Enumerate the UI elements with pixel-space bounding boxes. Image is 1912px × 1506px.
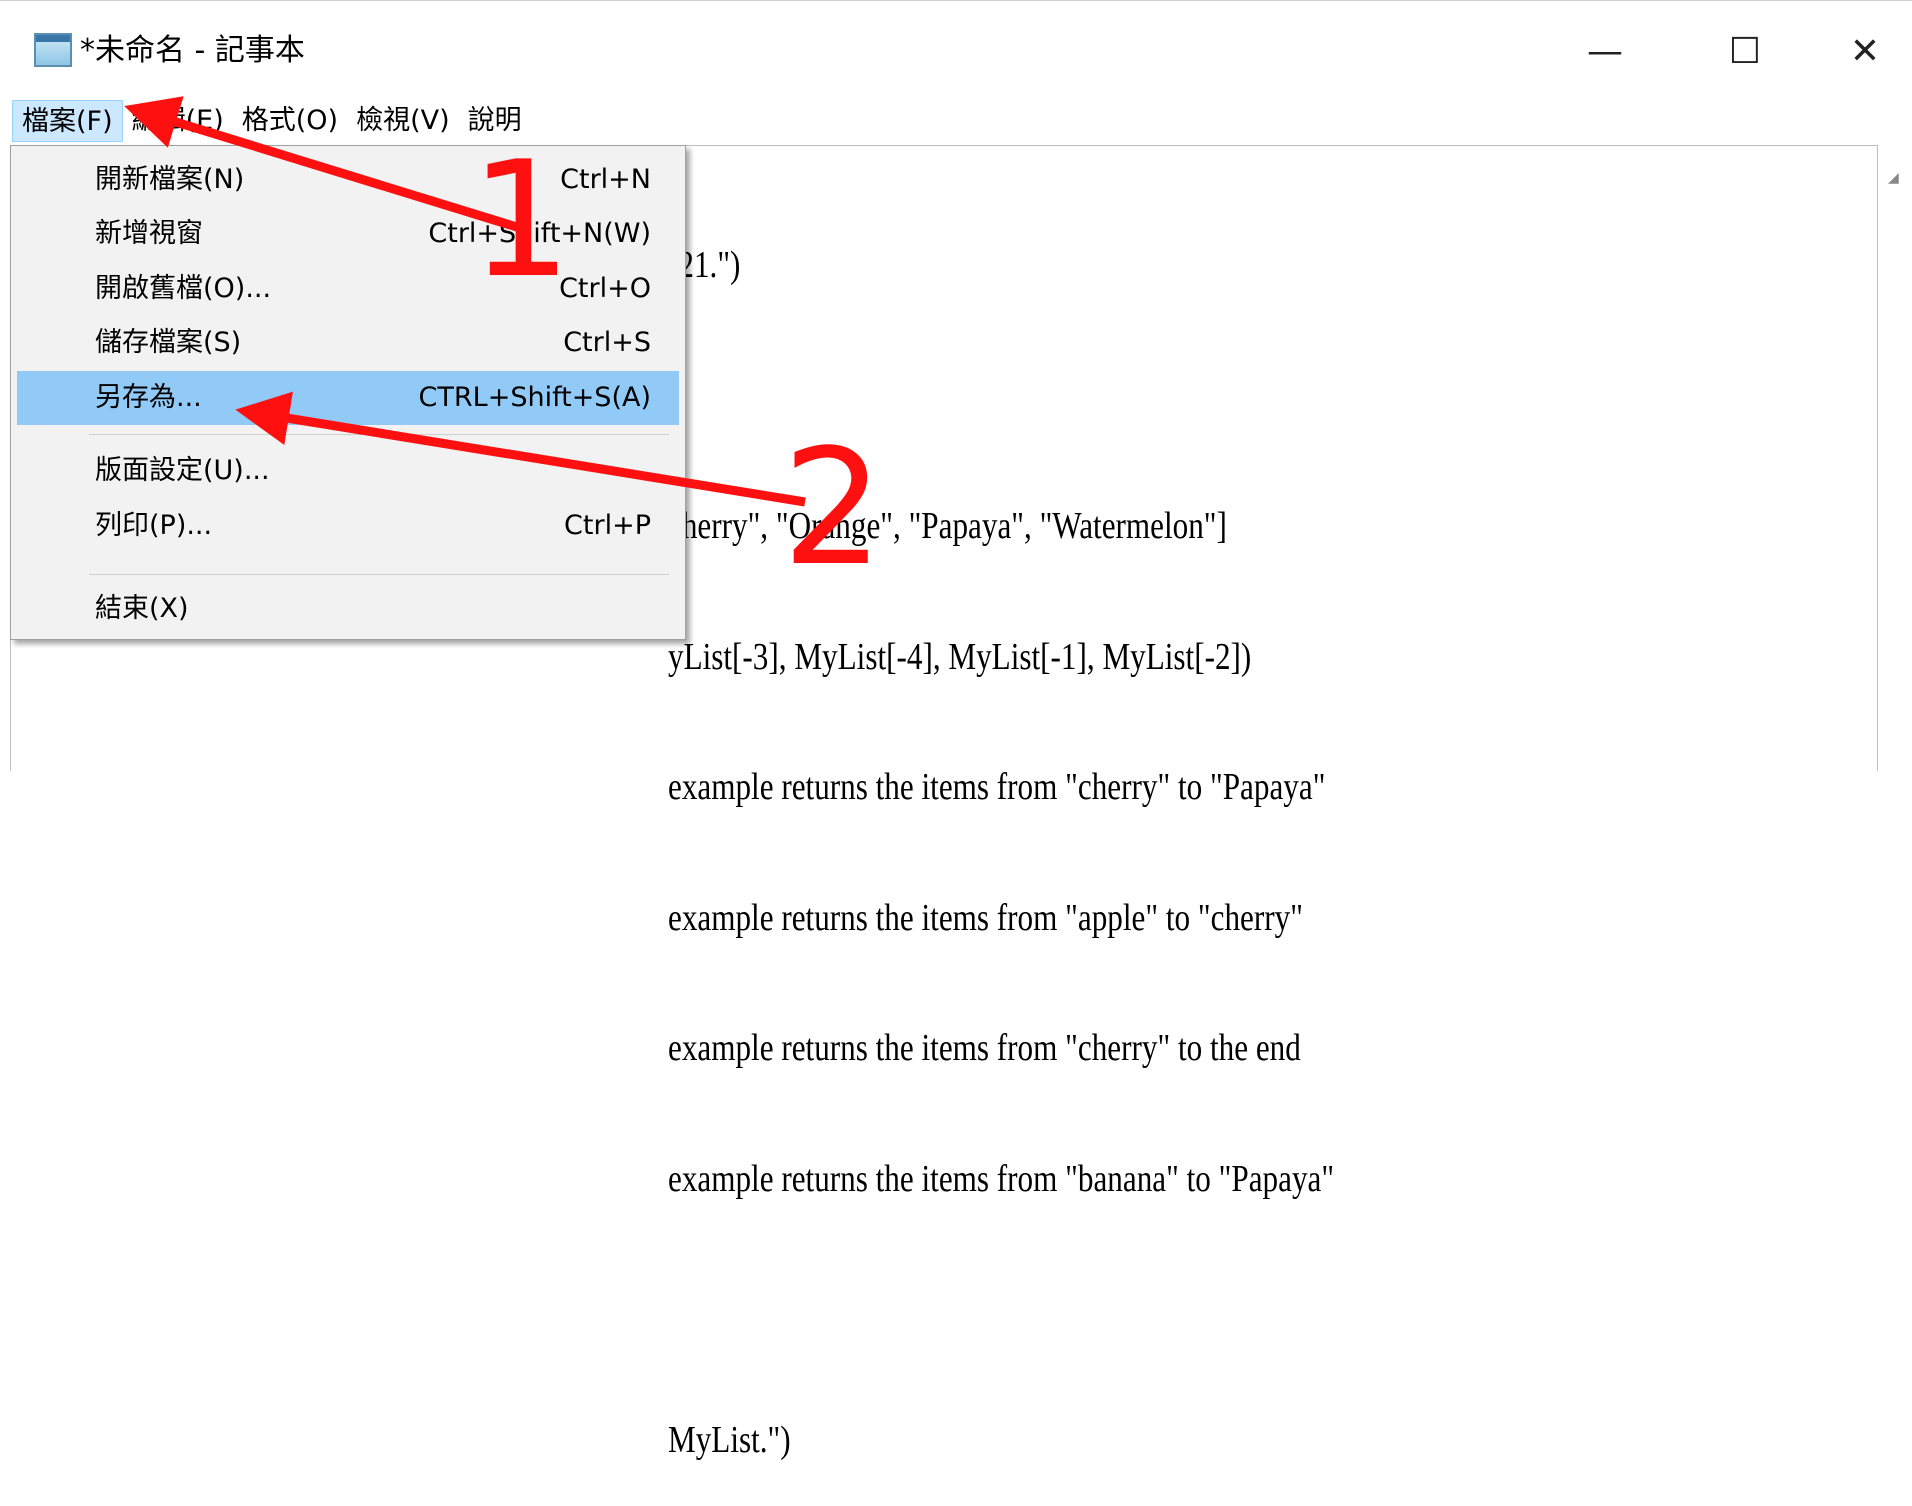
menu-view[interactable]: 檢視(V) <box>347 100 459 142</box>
title-bar: *未命名 - 記事本 — ☐ ✕ <box>0 0 1912 101</box>
editor-line: cherry", "Orange", "Papaya", "Watermelon… <box>668 505 1227 547</box>
menu-item-label: 版面設定(U)... <box>95 455 270 486</box>
menu-item-label: 開啟舊檔(O)... <box>95 273 272 304</box>
file-dropdown-menu: 開新檔案(N) Ctrl+N 新增視窗 Ctrl+Shift+N(W) 開啟舊檔… <box>10 145 686 640</box>
editor-content[interactable]: )21.") cherry", "Orange", "Papaya", "Wat… <box>668 157 1334 1506</box>
menu-item-label: 另存為... <box>95 382 202 413</box>
menu-file[interactable]: 檔案(F) <box>12 100 123 142</box>
window-title: *未命名 - 記事本 <box>80 33 305 68</box>
close-button[interactable]: ✕ <box>1820 21 1910 81</box>
menu-item-shortcut: CTRL+Shift+S(A) <box>418 382 651 413</box>
menu-item-save[interactable]: 儲存檔案(S) Ctrl+S <box>17 316 679 370</box>
menu-item-shortcut: Ctrl+P <box>564 510 651 541</box>
annotation-step-1: 1 <box>470 126 572 313</box>
editor-line: example returns the items from "cherry" … <box>668 766 1326 808</box>
menu-item-label: 列印(P)... <box>95 510 213 541</box>
menu-item-open[interactable]: 開啟舊檔(O)... Ctrl+O <box>17 262 679 316</box>
menu-item-print[interactable]: 列印(P)... Ctrl+P <box>17 499 679 553</box>
notepad-icon <box>34 33 72 67</box>
editor-line: example returns the items from "cherry" … <box>668 1027 1301 1069</box>
menu-item-new-window[interactable]: 新增視窗 Ctrl+Shift+N(W) <box>17 207 679 261</box>
menu-item-shortcut: Ctrl+N <box>560 164 651 195</box>
editor-line: MyList.") <box>668 1418 791 1461</box>
editor-line: )21.") <box>668 244 741 286</box>
scroll-up-icon[interactable]: ◢ <box>1888 170 1899 186</box>
menu-item-label: 儲存檔案(S) <box>95 327 242 358</box>
menu-edit[interactable]: 編輯(E) <box>123 100 233 142</box>
editor-line: example returns the items from "banana" … <box>668 1157 1335 1200</box>
menu-separator <box>89 434 669 435</box>
menu-item-label: 結束(X) <box>95 593 189 624</box>
menu-item-exit[interactable]: 結束(X) <box>17 582 679 636</box>
editor-line: example returns the items from "apple" t… <box>668 896 1303 939</box>
menu-item-shortcut: Ctrl+S <box>563 327 651 358</box>
menu-bar: 檔案(F) 編輯(E) 格式(O) 檢視(V) 說明 <box>0 98 1912 144</box>
menu-item-new[interactable]: 開新檔案(N) Ctrl+N <box>17 153 679 207</box>
menu-item-label: 開新檔案(N) <box>95 164 245 195</box>
menu-format[interactable]: 格式(O) <box>233 100 347 142</box>
maximize-button[interactable]: ☐ <box>1700 21 1790 81</box>
menu-item-page-setup[interactable]: 版面設定(U)... <box>17 444 679 498</box>
minimize-button[interactable]: — <box>1560 21 1650 81</box>
editor-line: yList[-3], MyList[-4], MyList[-1], MyLis… <box>668 635 1252 678</box>
menu-item-label: 新增視窗 <box>95 218 203 249</box>
menu-item-save-as[interactable]: 另存為... CTRL+Shift+S(A) <box>17 371 679 425</box>
menu-separator <box>89 574 669 575</box>
annotation-step-2: 2 <box>782 414 884 601</box>
menu-item-shortcut: Ctrl+O <box>559 273 651 304</box>
